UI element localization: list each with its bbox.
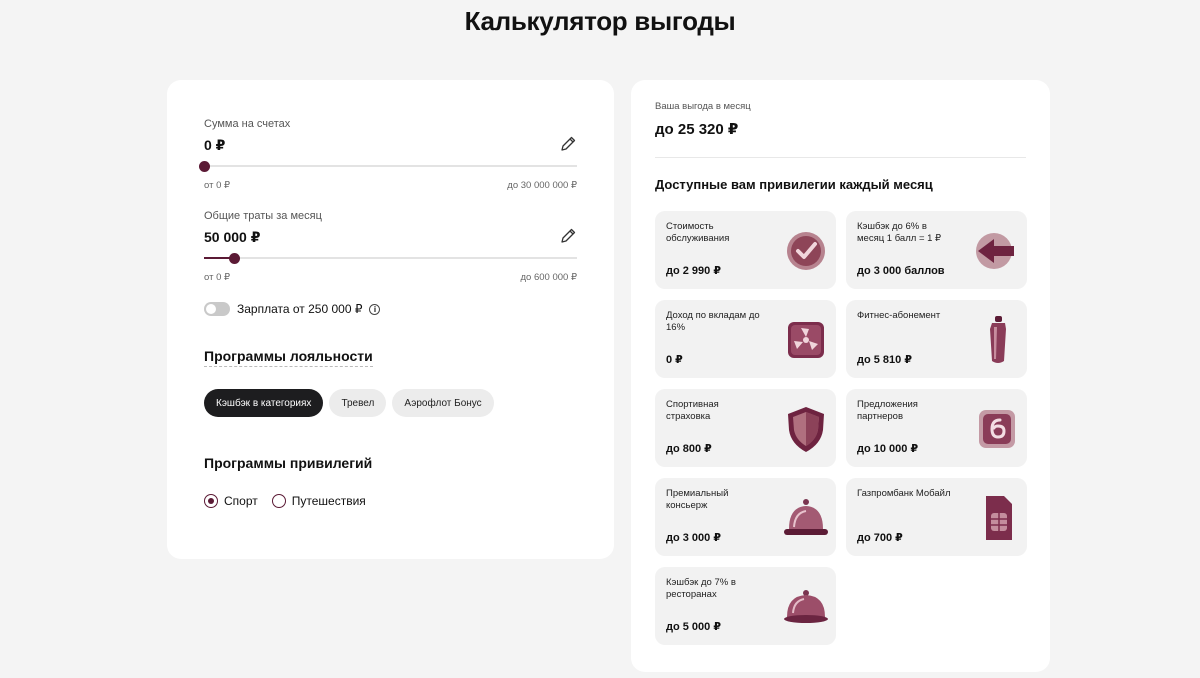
checkmark-badge-icon [787, 232, 825, 270]
spend-range: от 0 ₽ до 600 000 ₽ [204, 272, 577, 283]
water-bottle-icon [990, 316, 1006, 363]
tile-name: Фитнес-абонемент [857, 310, 941, 321]
cloche-icon [784, 590, 828, 623]
radio-sport[interactable]: Спорт [204, 494, 258, 508]
tile-service-cost: Стоимость обслуживания до 2 990 ₽ [655, 211, 836, 289]
service-bell-icon [784, 499, 828, 535]
privileges-radio-group: Спорт Путешествия [204, 494, 366, 508]
pencil-icon[interactable] [559, 227, 577, 245]
tile-value: до 5 000 ₽ [666, 621, 721, 633]
privileges-heading: Программы привилегий [204, 455, 373, 471]
partner-badge-icon [979, 410, 1015, 448]
summary-card: Ваша выгода в месяц до 25 320 ₽ Доступны… [631, 80, 1050, 672]
tile-name: Газпромбанк Мобайл [857, 488, 951, 499]
chip-travel[interactable]: Тревел [329, 389, 387, 417]
tile-name: Спортивная страховка [666, 399, 719, 422]
tile-value: до 700 ₽ [857, 532, 903, 544]
spend-slider[interactable] [204, 252, 577, 264]
spend-slider-thumb[interactable] [229, 252, 241, 264]
balance-max: до 30 000 000 ₽ [507, 180, 577, 191]
radio-sport-dot[interactable] [204, 494, 218, 508]
info-icon[interactable]: i [369, 303, 381, 315]
spend-field: Общие траты за месяц 50 000 ₽ от 0 ₽ до … [204, 210, 577, 283]
tile-value: 0 ₽ [666, 354, 683, 366]
balance-value[interactable]: 0 ₽ [204, 137, 577, 154]
radio-travel-label: Путешествия [291, 494, 366, 508]
cashback-arrow-icon [976, 233, 1014, 269]
spend-value[interactable]: 50 000 ₽ [204, 229, 577, 246]
tile-name: Кэшбэк до 6% в месяц 1 балл = 1 ₽ [857, 221, 942, 244]
spend-min: от 0 ₽ [204, 272, 231, 283]
spend-max: до 600 000 ₽ [520, 272, 578, 283]
tile-value: до 3 000 ₽ [666, 532, 721, 544]
spend-label: Общие траты за месяц [204, 210, 322, 222]
divider [655, 157, 1026, 158]
tile-name: Предложения партнеров [857, 399, 918, 422]
tile-fitness: Фитнес-абонемент до 5 810 ₽ [846, 300, 1027, 378]
page-title: Калькулятор выгоды [464, 6, 736, 36]
benefit-label: Ваша выгода в месяц [655, 101, 751, 112]
salary-toggle-label: Зарплата от 250 000 ₽ [237, 302, 363, 316]
tile-partner-offers: Предложения партнеров до 10 000 ₽ [846, 389, 1027, 467]
pencil-icon[interactable] [559, 135, 577, 153]
tile-cashback: Кэшбэк до 6% в месяц 1 балл = 1 ₽ до 3 0… [846, 211, 1027, 289]
radio-travel-dot[interactable] [271, 494, 286, 508]
calculator-card: Сумма на счетах 0 ₽ от 0 ₽ до 30 000 000… [167, 80, 614, 559]
tile-value: до 2 990 ₽ [666, 265, 721, 277]
tile-value: до 800 ₽ [666, 443, 712, 455]
balance-slider-thumb[interactable] [198, 160, 210, 172]
chip-cashback-categories[interactable]: Кэшбэк в категориях [204, 389, 324, 417]
balance-slider[interactable] [198, 160, 577, 172]
tile-name: Стоимость обслуживания [666, 221, 730, 244]
tile-mobile: Газпромбанк Мобайл до 700 ₽ [846, 478, 1027, 556]
sim-card-icon [986, 496, 1012, 540]
salary-toggle-row: Зарплата от 250 000 ₽ i [204, 302, 381, 316]
loyalty-heading-text: Программы лояльности [204, 348, 373, 367]
tile-name: Премиальный консьерж [666, 488, 729, 511]
shield-icon [788, 407, 824, 452]
radio-travel[interactable]: Путешествия [271, 494, 366, 508]
balance-range: от 0 ₽ до 30 000 000 ₽ [204, 180, 577, 191]
tile-name: Кэшбэк до 7% в ресторанах [666, 577, 736, 600]
tile-value: до 3 000 баллов [857, 265, 945, 277]
tile-name: Доход по вкладам до 16% [666, 310, 760, 333]
balance-field: Сумма на счетах 0 ₽ от 0 ₽ до 30 000 000… [198, 118, 577, 191]
privileges-list-heading: Доступные вам привилегии каждый месяц [655, 177, 933, 192]
tile-restaurant-cashback: Кэшбэк до 7% в ресторанах до 5 000 ₽ [655, 567, 836, 645]
chip-aeroflot-bonus[interactable]: Аэрофлот Бонус [392, 389, 494, 417]
balance-label: Сумма на счетах [204, 118, 291, 130]
tile-concierge: Премиальный консьерж до 3 000 ₽ [655, 478, 836, 556]
balance-min: от 0 ₽ [204, 180, 231, 191]
fan-icon [788, 322, 824, 358]
tile-deposit-income: Доход по вкладам до 16% 0 ₽ [655, 300, 836, 378]
tile-sport-insurance: Спортивная страховка до 800 ₽ [655, 389, 836, 467]
radio-sport-label: Спорт [224, 494, 258, 508]
loyalty-chips: Кэшбэк в категориях Тревел Аэрофлот Бону… [204, 389, 494, 417]
tile-value: до 10 000 ₽ [857, 443, 919, 455]
benefit-value: до 25 320 ₽ [655, 121, 739, 138]
tile-value: до 5 810 ₽ [857, 354, 912, 366]
salary-toggle[interactable] [204, 302, 230, 316]
loyalty-heading: Программы лояльности [204, 348, 373, 367]
